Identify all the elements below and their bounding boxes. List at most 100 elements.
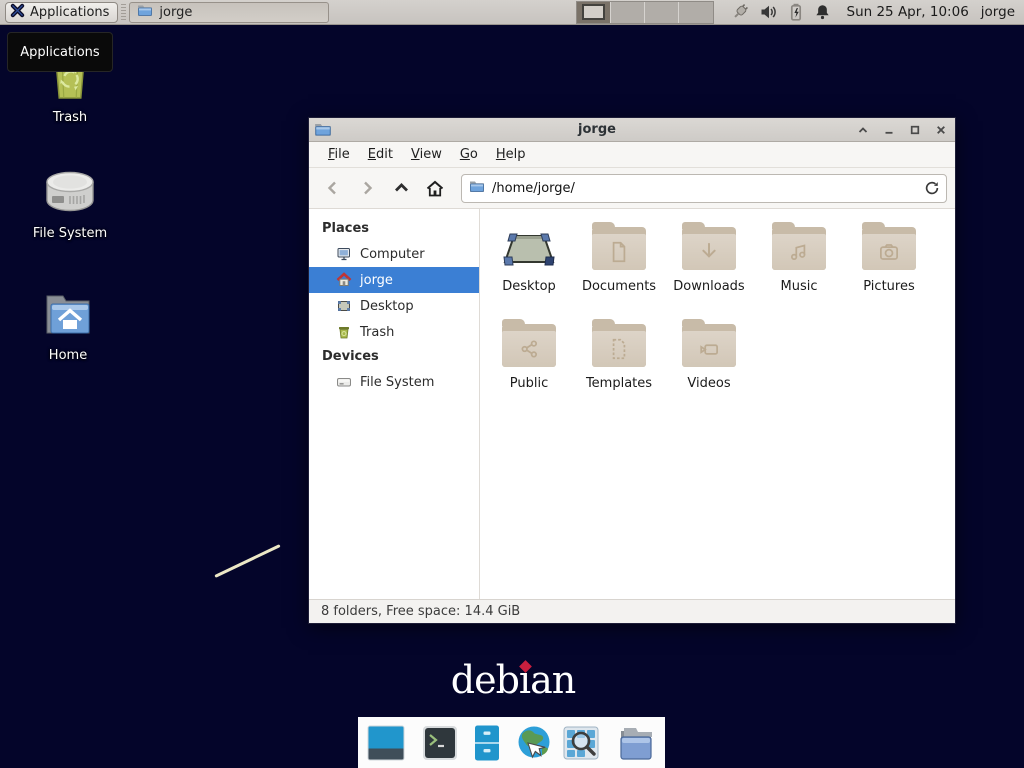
desktop-icon-file-system[interactable]: File System [15,168,125,241]
files-grid: Desktop Documents Do [480,209,955,599]
folder-icon [502,324,556,367]
workspace-4[interactable] [679,2,713,23]
sidebar-item-computer[interactable]: Computer [309,241,479,267]
menubar: File Edit View Go Help [309,142,955,168]
sidebar-item-label: File System [360,375,434,390]
panel-handle[interactable] [121,4,126,21]
dock-panel [358,717,665,768]
toolbar: /home/jorge/ [309,168,955,209]
folder-label: Music [781,279,818,294]
close-button[interactable] [933,122,949,138]
applications-tooltip: Applications [7,32,113,72]
music-emblem-icon [786,239,812,265]
folder-icon [592,324,646,367]
desktop-icon-label: File System [33,226,107,241]
panel-clock[interactable]: Sun 25 Apr, 10:06 [847,4,969,20]
download-emblem-icon [696,239,722,265]
xfce-applications-icon [10,3,25,22]
desktop-emblem-icon [502,227,556,270]
file-manager-icon[interactable] [615,722,657,764]
folder-item-pictures[interactable]: Pictures [844,221,934,318]
folder-icon [682,324,736,367]
sidebar-devices-header: Devices [309,345,479,369]
show-desktop-icon[interactable] [366,722,406,764]
sidebar: Places Computer jorge Desktop [309,209,480,599]
file-cabinet-icon[interactable] [467,722,507,764]
desktop-icon-home[interactable]: Home [13,292,123,363]
workspace-1[interactable] [577,2,611,23]
debian-logo: debıan [408,658,618,702]
sidebar-item-label: Desktop [360,299,414,314]
taskbar-window-label: jorge [159,5,192,20]
folder-label: Pictures [863,279,914,294]
forward-button[interactable] [351,174,383,202]
window-titlebar[interactable]: jorge [309,118,955,142]
app-finder-icon[interactable] [561,722,601,764]
statusbar: 8 folders, Free space: 14.4 GiB [309,599,955,623]
reload-button[interactable] [922,178,942,198]
menu-go[interactable]: Go [453,144,485,165]
system-tray [730,3,831,22]
drive-icon [44,168,96,220]
home-folder-icon [42,292,94,342]
folder-item-documents[interactable]: Documents [574,221,664,318]
sidebar-item-label: Trash [360,325,394,340]
folder-item-public[interactable]: Public [484,318,574,415]
sidebar-item-file-system[interactable]: File System [309,369,479,395]
menu-help[interactable]: Help [489,144,533,165]
computer-icon [336,246,352,262]
minimize-button[interactable] [881,122,897,138]
folder-item-music[interactable]: Music [754,221,844,318]
top-panel: Applications jorge Sun 25 Apr, 10:06 jor… [0,0,1024,25]
terminal-icon[interactable] [420,722,460,764]
location-bar[interactable]: /home/jorge/ [461,174,947,203]
shade-button[interactable] [855,122,871,138]
folder-label: Downloads [673,279,744,294]
window-content: Places Computer jorge Desktop [309,209,955,599]
power-plug-icon[interactable] [730,3,750,22]
web-browser-icon[interactable] [514,722,554,764]
home-button[interactable] [419,174,451,202]
sidebar-item-desktop[interactable]: Desktop [309,293,479,319]
notification-bell-icon[interactable] [814,3,831,21]
folder-icon [469,179,485,197]
home-icon [336,272,352,288]
statusbar-text: 8 folders, Free space: 14.4 GiB [321,604,520,619]
desktop-icon-label: Trash [53,110,87,125]
taskbar-window-button[interactable]: jorge [129,2,329,23]
workspace-window-thumb [582,4,605,20]
sidebar-item-jorge[interactable]: jorge [309,267,479,293]
up-button[interactable] [385,174,417,202]
folder-item-videos[interactable]: Videos [664,318,754,415]
folder-label: Documents [582,279,656,294]
battery-icon[interactable] [787,3,805,21]
applications-menu-label: Applications [30,5,109,20]
sidebar-item-trash[interactable]: Trash [309,319,479,345]
folder-label: Public [510,376,548,391]
folder-item-templates[interactable]: Templates [574,318,664,415]
sidebar-item-label: jorge [360,273,393,288]
menu-file[interactable]: File [321,144,357,165]
maximize-button[interactable] [907,122,923,138]
menu-view[interactable]: View [404,144,449,165]
applications-menu-button[interactable]: Applications [5,2,118,23]
folder-item-downloads[interactable]: Downloads [664,221,754,318]
share-emblem-icon [516,336,542,362]
folder-label: Videos [687,376,730,391]
folder-label: Templates [586,376,652,391]
folder-icon [682,227,736,270]
panel-user-actions[interactable]: jorge [981,4,1015,20]
file-manager-window: jorge File Edit View Go Help [308,117,956,624]
workspace-2[interactable] [611,2,645,23]
files-view[interactable]: Desktop Documents Do [480,209,955,599]
tooltip-text: Applications [20,45,99,60]
volume-icon[interactable] [759,3,778,21]
folder-item-desktop[interactable]: Desktop [484,221,574,318]
back-button[interactable] [317,174,349,202]
drive-icon [336,374,352,390]
menu-edit[interactable]: Edit [361,144,400,165]
location-path[interactable]: /home/jorge/ [492,181,922,196]
workspace-3[interactable] [645,2,679,23]
folder-icon [592,227,646,270]
folder-icon [772,227,826,270]
